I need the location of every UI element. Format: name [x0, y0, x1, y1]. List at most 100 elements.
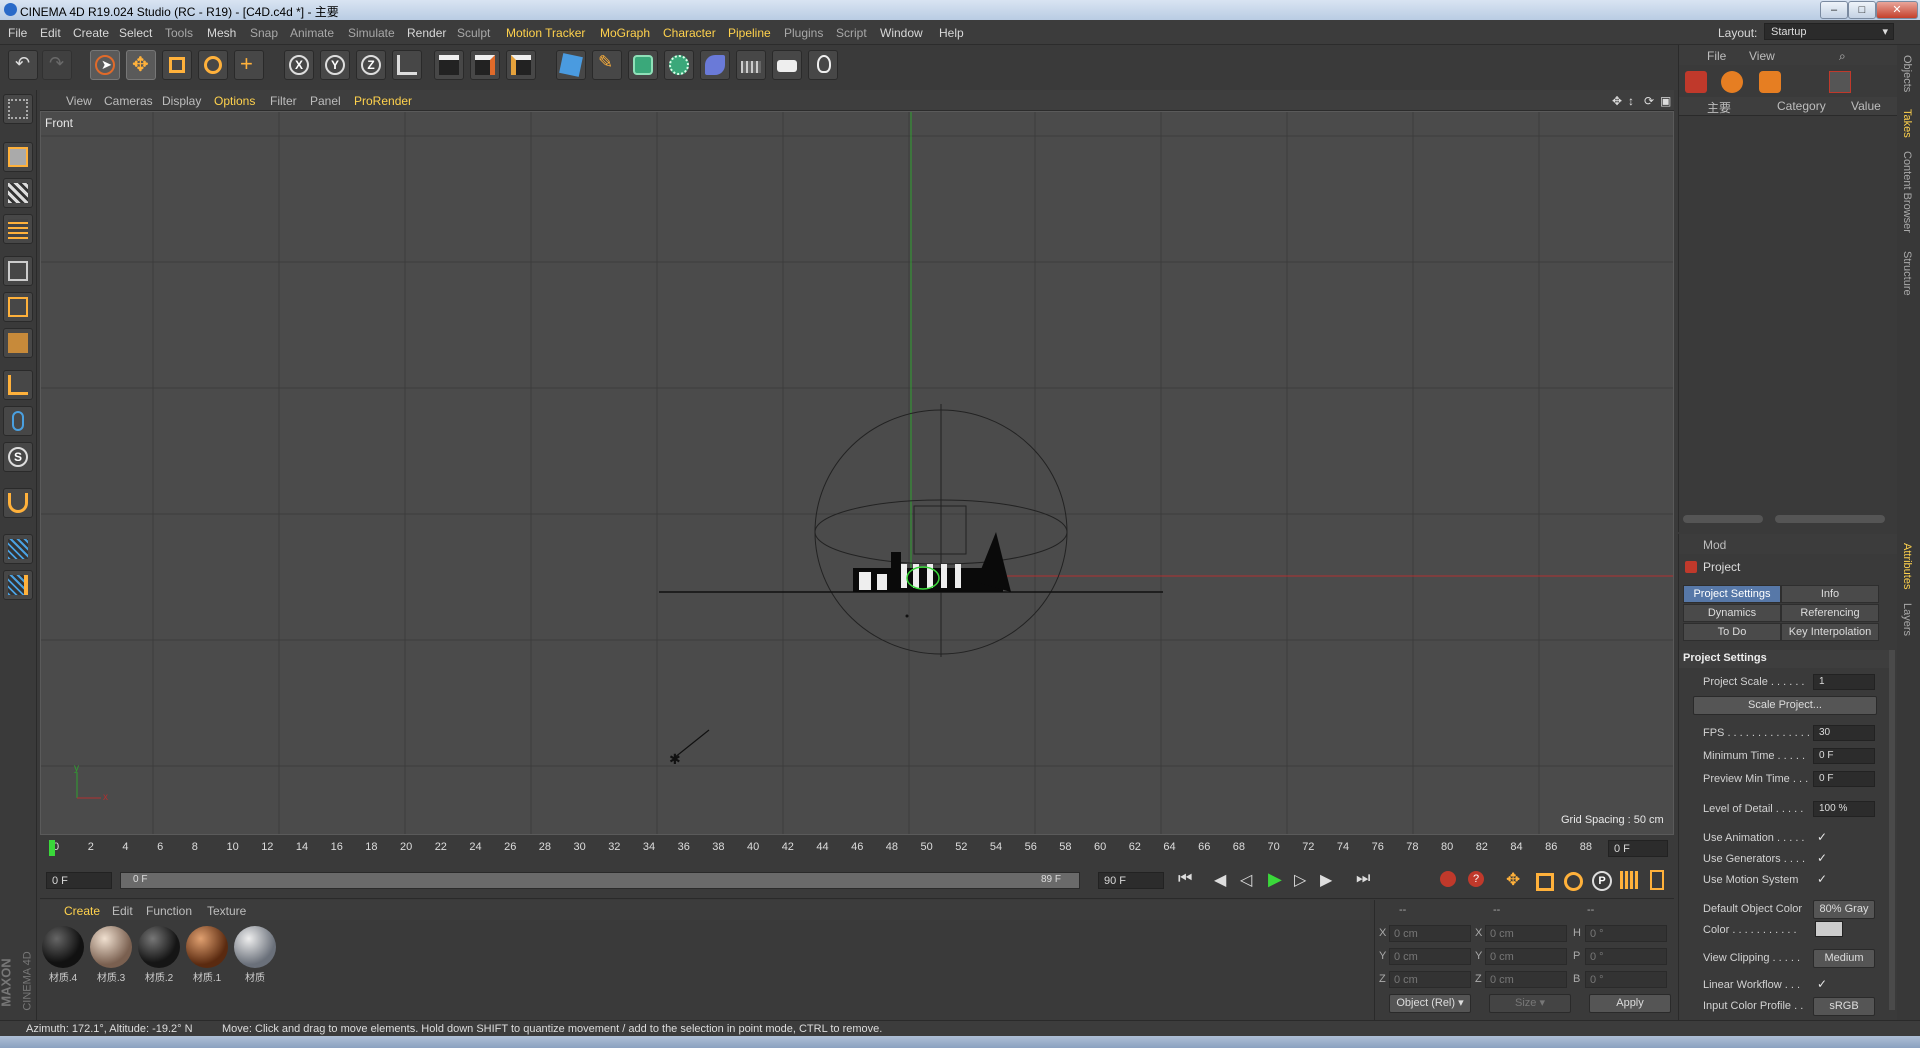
dock-tab-objects[interactable]: Objects	[1901, 55, 1913, 92]
timeline-ruler[interactable]: 0 2 4 6 8 10 12 14 16 18 20 22 24 26 28 30 32 34 36 38 40 42 4…	[40, 836, 1674, 860]
viewport-menu-view[interactable]: View	[66, 94, 92, 108]
material-item[interactable]: 材质.4	[42, 926, 84, 984]
project-scale-field[interactable]: 1	[1813, 674, 1875, 690]
menu-tools[interactable]: Tools	[165, 26, 193, 40]
pen-spline-button[interactable]: ✎	[592, 50, 622, 80]
render-view-button[interactable]	[434, 50, 464, 80]
model-mode-button[interactable]	[3, 142, 33, 172]
next-key-icon[interactable]: ▶	[1320, 870, 1332, 890]
tag-icon[interactable]	[1759, 71, 1781, 93]
snap-button[interactable]	[3, 488, 33, 518]
menu-character[interactable]: Character	[663, 26, 716, 40]
position-z-field[interactable]: 0 cm	[1389, 971, 1471, 988]
record-keys-icon[interactable]	[1440, 871, 1456, 887]
object-manager-scrollbar[interactable]	[1683, 515, 1763, 523]
view-clipping-dropdown[interactable]: Medium	[1813, 949, 1875, 968]
viewport-menu-cameras[interactable]: Cameras	[104, 94, 153, 108]
lock-x-button[interactable]: X	[284, 50, 314, 80]
cloner-button[interactable]	[664, 50, 694, 80]
key-rotate-icon[interactable]	[1564, 872, 1583, 891]
playhead[interactable]	[49, 840, 55, 856]
size-x-field[interactable]: 0 cm	[1485, 925, 1567, 942]
viewport-zoom-icon[interactable]: ↕	[1628, 94, 1634, 108]
play-icon[interactable]: ▶	[1268, 869, 1282, 890]
previous-key-icon[interactable]: ◀	[1214, 870, 1226, 890]
object-manager-scrollbar-right[interactable]	[1775, 515, 1885, 523]
object-menu-view[interactable]: View	[1749, 49, 1775, 63]
use-generators-checkbox[interactable]: ✓	[1817, 851, 1827, 865]
key-move-icon[interactable]: ✥	[1506, 870, 1520, 890]
viewport-menu-panel[interactable]: Panel	[310, 94, 341, 108]
rotation-b-field[interactable]: 0 °	[1585, 971, 1667, 988]
dock-tab-structure[interactable]: Structure	[1901, 251, 1913, 296]
input-color-profile-dropdown[interactable]: sRGB	[1813, 997, 1875, 1016]
menu-snap[interactable]: Snap	[250, 26, 278, 40]
tab-dynamics[interactable]: Dynamics	[1683, 604, 1781, 622]
minimize-button[interactable]: –	[1820, 1, 1848, 19]
tweak-mode-button[interactable]	[3, 406, 33, 436]
go-to-end-icon[interactable]: ⏭	[1356, 870, 1370, 888]
level-of-detail-field[interactable]: 100 %	[1813, 801, 1875, 817]
color-swatch[interactable]	[1815, 921, 1843, 937]
move-tool-button[interactable]: ✥	[126, 50, 156, 80]
recent-tool-button[interactable]: +	[234, 50, 264, 80]
use-animation-checkbox[interactable]: ✓	[1817, 830, 1827, 844]
front-viewport[interactable]: ✱ Front Grid Spacing : 50 cm y x	[40, 111, 1674, 835]
material-item[interactable]: 材质	[234, 926, 276, 984]
cube-object-button[interactable]	[556, 50, 586, 80]
menu-mesh[interactable]: Mesh	[207, 26, 236, 40]
planar-workplane-button[interactable]	[3, 570, 33, 600]
apply-button[interactable]: Apply	[1589, 994, 1671, 1013]
coordinate-mode-dropdown[interactable]: Object (Rel) ▾	[1389, 994, 1471, 1013]
render-to-picture-viewer-button[interactable]	[470, 50, 500, 80]
menu-script[interactable]: Script	[836, 26, 867, 40]
axis-mode-button[interactable]	[3, 370, 33, 400]
key-pla-icon[interactable]	[1620, 871, 1638, 889]
menu-select[interactable]: Select	[119, 26, 152, 40]
material-item[interactable]: 材质.3	[90, 926, 132, 984]
attribute-mode-menu[interactable]: Mod	[1703, 538, 1726, 552]
viewport-menu-prorender[interactable]: ProRender	[354, 94, 412, 108]
light-button[interactable]	[808, 50, 838, 80]
fps-field[interactable]: 30	[1813, 725, 1875, 741]
tab-to-do[interactable]: To Do	[1683, 623, 1781, 641]
lock-workplane-button[interactable]	[3, 534, 33, 564]
subdivision-surface-button[interactable]	[628, 50, 658, 80]
menu-edit[interactable]: Edit	[40, 26, 61, 40]
filter-icon[interactable]	[1829, 71, 1851, 93]
size-mode-dropdown[interactable]: Size ▾	[1489, 994, 1571, 1013]
object-menu-file[interactable]: File	[1707, 49, 1726, 63]
size-z-field[interactable]: 0 cm	[1485, 971, 1567, 988]
tab-referencing[interactable]: Referencing	[1781, 604, 1879, 622]
position-x-field[interactable]: 0 cm	[1389, 925, 1471, 942]
go-to-start-icon[interactable]: ⏮	[1178, 870, 1192, 888]
autokeying-icon[interactable]: ?	[1468, 871, 1484, 887]
coordinate-system-button[interactable]	[392, 50, 422, 80]
viewport-menu-options[interactable]: Options	[214, 94, 255, 108]
menu-simulate[interactable]: Simulate	[348, 26, 395, 40]
preview-range-slider[interactable]: 0 F 89 F	[120, 872, 1080, 889]
search-icon[interactable]: ⌕	[1839, 49, 1846, 64]
menu-render[interactable]: Render	[407, 26, 446, 40]
preview-min-time-field[interactable]: 0 F	[1813, 771, 1875, 787]
position-y-field[interactable]: 0 cm	[1389, 948, 1471, 965]
key-scale-icon[interactable]	[1536, 873, 1554, 891]
menu-file[interactable]: File	[8, 26, 27, 40]
tab-info[interactable]: Info	[1781, 585, 1879, 603]
material-menu-edit[interactable]: Edit	[112, 904, 133, 918]
current-frame-field[interactable]: 0 F	[1608, 840, 1668, 857]
menu-mograph[interactable]: MoGraph	[600, 26, 650, 40]
viewport-move-icon[interactable]: ✥	[1612, 94, 1622, 108]
camera-button[interactable]	[772, 50, 802, 80]
menu-window[interactable]: Window	[880, 26, 923, 40]
deformer-button[interactable]	[700, 50, 730, 80]
menu-plugins[interactable]: Plugins	[784, 26, 823, 40]
maximize-button[interactable]: □	[1848, 1, 1876, 19]
linear-workflow-checkbox[interactable]: ✓	[1817, 977, 1827, 991]
next-frame-icon[interactable]: ▷	[1294, 870, 1306, 890]
timeline-window-icon[interactable]	[1650, 870, 1664, 890]
dock-tab-attributes[interactable]: Attributes	[1901, 543, 1913, 589]
redo-button[interactable]: ↷	[42, 50, 72, 80]
lock-z-button[interactable]: Z	[356, 50, 386, 80]
end-frame-field[interactable]: 90 F	[1098, 872, 1164, 889]
